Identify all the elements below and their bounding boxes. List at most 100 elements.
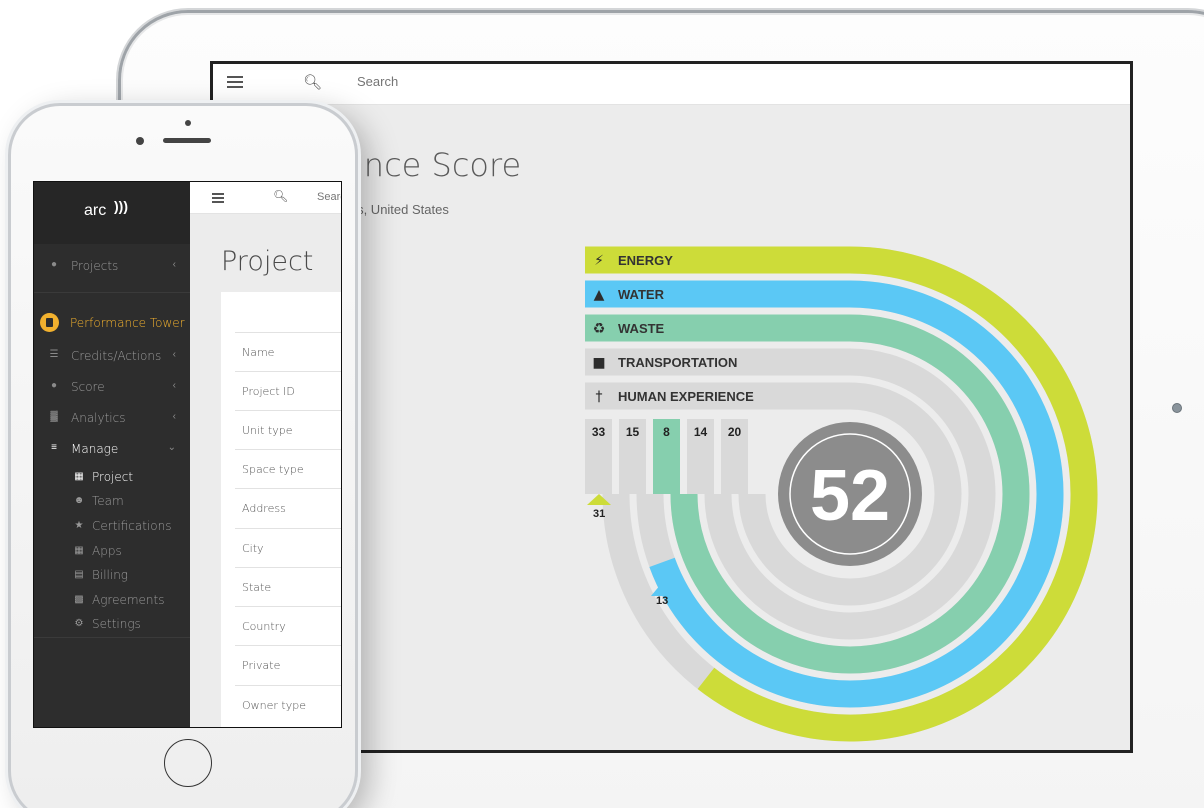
field-row[interactable]: Address: [235, 488, 341, 527]
field-row[interactable]: Country: [235, 606, 341, 645]
card-icon: ▤: [74, 569, 84, 580]
circle-icon: ●: [50, 380, 58, 391]
field-label: Unit type: [242, 424, 293, 437]
field-label: City: [242, 542, 264, 555]
sidebar-subitem-agreements[interactable]: ▩ Agreements: [34, 589, 190, 611]
sidebar-subitem-project[interactable]: ▦ Project: [34, 466, 190, 488]
sidebar-item-manage[interactable]: ≡ Manage ⌄: [34, 437, 190, 461]
category-label: WATER: [618, 287, 665, 302]
sidebar-item-score[interactable]: ● Score ‹: [34, 375, 190, 399]
sidebar-item-credits[interactable]: ☰ Credits/Actions ‹: [34, 344, 190, 368]
phone-screen: arc ))) ● Projects ‹ Performance Tower ☰…: [33, 181, 342, 728]
sidebar-item-current-project[interactable]: Performance Tower: [34, 308, 190, 338]
field-row[interactable]: State: [235, 567, 341, 606]
sidebar-subitem-certifications[interactable]: ★ Certifications: [34, 515, 190, 537]
sidebar-subitem-label: Billing: [92, 568, 128, 582]
chevron-left-icon: ‹: [172, 380, 176, 391]
sidebar-item-label: Projects: [71, 259, 119, 273]
car-icon: ■: [592, 355, 605, 371]
search-icon[interactable]: 🔍︎: [273, 189, 288, 203]
signal-waves-icon: ))): [114, 198, 128, 214]
field-label: Name: [242, 346, 275, 359]
team-icon: ☻: [73, 495, 85, 506]
grid-icon: ▦: [74, 471, 84, 482]
sidebar-item-analytics[interactable]: ▓ Analytics ‹: [34, 406, 190, 430]
sidebar: arc ))) ● Projects ‹ Performance Tower ☰…: [34, 182, 190, 727]
phone-camera: [136, 137, 144, 145]
sidebar-subitem-label: Team: [92, 494, 124, 508]
field-row[interactable]: Name: [235, 332, 341, 371]
sidebar-subitem-settings[interactable]: ⚙ Settings: [34, 613, 190, 635]
sidebar-item-projects[interactable]: ● Projects ‹: [34, 254, 190, 278]
phone-sensor: [185, 120, 191, 126]
hamburger-menu-icon[interactable]: [212, 193, 224, 203]
field-label: Owner type: [242, 699, 306, 712]
project-details-card: Name Project ID Unit type Space type Add…: [221, 292, 341, 727]
chevron-down-icon: ⌄: [167, 442, 176, 453]
category-label: WASTE: [618, 321, 665, 336]
sidebar-subitem-team[interactable]: ☻ Team: [34, 490, 190, 512]
category-score: 20: [728, 425, 742, 439]
field-row[interactable]: City: [235, 528, 341, 567]
grid-icon: ▦: [74, 545, 84, 556]
chevron-left-icon: ‹: [172, 259, 176, 270]
home-button[interactable]: [164, 739, 212, 787]
field-label: Country: [242, 620, 286, 633]
sidebar-item-label: Score: [71, 380, 105, 394]
project-name: Performance Tower: [70, 316, 185, 330]
phone-main-content: 🔍︎ Search Project Name Project ID Unit t…: [190, 182, 341, 727]
sidebar-subitem-label: Project: [92, 470, 134, 484]
phone-top-bar: 🔍︎ Search: [190, 182, 341, 214]
category-label: TRANSPORTATION: [618, 355, 737, 370]
scene: 🔍︎ mance Score e, Illinois, United State…: [0, 0, 1204, 808]
arc-logo[interactable]: arc: [84, 202, 106, 220]
field-row[interactable]: Private: [235, 645, 341, 684]
lightning-bolt-icon: ⚡: [594, 253, 604, 269]
chevron-left-icon: ‹: [172, 349, 176, 360]
category-score: 33: [592, 425, 606, 439]
field-row[interactable]: Space type: [235, 449, 341, 488]
globe-icon: ●: [50, 259, 58, 270]
building-icon: [40, 313, 59, 332]
phone-speaker: [163, 138, 211, 143]
total-score-value: 52: [810, 456, 890, 536]
field-label: Address: [242, 502, 286, 515]
sliders-icon: ≡: [51, 442, 57, 453]
field-row[interactable]: Unit type: [235, 410, 341, 449]
search-input[interactable]: Search: [317, 191, 341, 203]
field-label: Private: [242, 659, 281, 672]
field-row[interactable]: Project ID: [235, 371, 341, 410]
sidebar-subitem-label: Settings: [92, 617, 141, 631]
person-icon: †: [596, 389, 603, 405]
category-score: 15: [626, 425, 640, 439]
gear-icon: ⚙: [74, 618, 84, 629]
arc-callout-value: 31: [593, 508, 605, 520]
arc-callout-value: 13: [656, 595, 668, 607]
category-label: HUMAN EXPERIENCE: [618, 389, 754, 404]
list-icon: ☰: [49, 349, 59, 360]
water-drop-icon: ▲: [594, 287, 605, 303]
page-title: Project: [221, 246, 314, 277]
sidebar-divider: [34, 292, 190, 293]
chevron-left-icon: ‹: [172, 411, 176, 422]
sidebar-item-label: Credits/Actions: [71, 349, 162, 363]
category-score: 8: [663, 425, 670, 439]
sidebar-divider: [34, 637, 190, 638]
sidebar-subitem-apps[interactable]: ▦ Apps: [34, 540, 190, 562]
category-score: 14: [694, 425, 708, 439]
field-label: Project ID: [242, 385, 295, 398]
sidebar-item-label: Analytics: [71, 411, 126, 425]
sidebar-subitem-billing[interactable]: ▤ Billing: [34, 564, 190, 586]
field-label: State: [242, 581, 272, 594]
recycle-icon: ♻: [593, 321, 606, 337]
bar-chart-icon: ▓: [50, 411, 58, 422]
sidebar-subitem-label: Certifications: [92, 519, 172, 533]
field-label: Space type: [242, 463, 304, 476]
sidebar-subitem-label: Apps: [92, 544, 122, 558]
document-icon: ▩: [74, 594, 84, 605]
brand-header: arc ))): [34, 182, 190, 244]
tablet-camera: [1172, 403, 1182, 413]
category-label: ENERGY: [618, 253, 673, 268]
field-row[interactable]: Owner type: [235, 685, 341, 724]
star-icon: ★: [74, 520, 84, 531]
